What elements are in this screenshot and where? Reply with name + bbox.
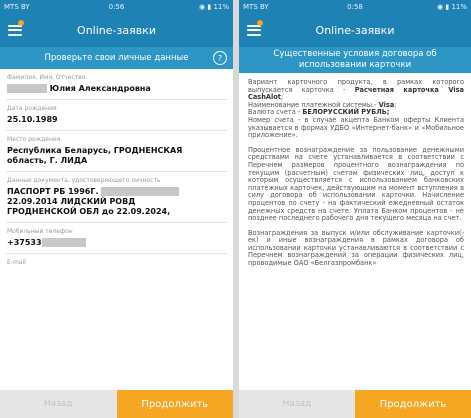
menu-icon [8, 24, 22, 36]
battery-label: 11% [213, 2, 229, 11]
status-bar: MTS BY 0:58 ◉ ▮ 11% [239, 0, 471, 13]
redacted-phone-digits [41, 238, 86, 247]
app-title: Online-заявки [77, 23, 156, 37]
section-header: Существенные условия договора об использ… [239, 47, 471, 73]
field-value: Республика Беларусь, ГРОДНЕНСКАЯ область… [7, 146, 183, 165]
field-label: Данные документа, удостоверяющего личнос… [7, 177, 161, 184]
personal-data-list: Фамилия, Имя, Отчество Юлия Александровн… [0, 69, 233, 274]
field-email: E-mail [6, 254, 227, 274]
personal-data-screen: MTS BY 0:56 ◉ ▮ 11% Online-заявки Провер… [0, 0, 233, 418]
app-title: Online-заявки [315, 23, 395, 37]
terms-paragraph: Вариант карточного продукта, в рамках ко… [248, 78, 464, 140]
field-birth-date: Дата рождения 25.10.1989 [6, 100, 227, 131]
contract-terms-screen: MTS BY 0:58 ◉ ▮ 11% Online-заявки Сущест… [239, 0, 471, 418]
carrier-label: MTS BY [243, 2, 269, 11]
field-value: +37533 [7, 238, 226, 248]
terms-paragraph: Вознаграждения за выпуск и/или обслужива… [248, 228, 464, 268]
field-mobile-phone: Мобильный телефон +37533 [6, 223, 227, 254]
back-button[interactable]: Назад [0, 390, 117, 418]
field-value: 25.10.1989 [7, 115, 58, 124]
redacted-passport-number [101, 187, 180, 196]
field-value: Юлия Александровна [7, 84, 226, 94]
status-bar: MTS BY 0:56 ◉ ▮ 11% [0, 0, 233, 13]
app-bar: Online-заявки [239, 13, 471, 47]
redacted-surname [7, 84, 47, 93]
field-label: E-mail [7, 259, 26, 266]
contract-terms-text: Вариант карточного продукта, в рамках ко… [239, 73, 471, 268]
field-value: ПАСПОРТ РБ 1996Г. 22.09.2014 ЛИДСКИЙ РОВ… [7, 187, 226, 217]
section-title: Проверьте свои личные данные [44, 53, 189, 63]
app-bar: Online-заявки [0, 13, 233, 47]
section-header: Проверьте свои личные данные ? [0, 47, 233, 69]
bottom-actions: Назад Продолжить [239, 390, 471, 418]
clock-label: 0:58 [347, 2, 363, 11]
continue-button[interactable]: Продолжить [116, 390, 233, 418]
field-birth-place: Место рождения Республика Беларусь, ГРОД… [6, 131, 227, 172]
menu-icon [247, 24, 261, 36]
section-title-line2: использовании карточки [298, 60, 412, 70]
battery-indicator: ◉ ▮ 11% [437, 2, 468, 11]
field-full-name: Фамилия, Имя, Отчество Юлия Александровн… [6, 69, 227, 100]
carrier-label: MTS BY [4, 2, 30, 11]
battery-indicator: ◉ ▮ 11% [199, 2, 229, 11]
bottom-actions: Назад Продолжить [0, 390, 233, 418]
clock-label: 0:56 [108, 2, 125, 11]
menu-button[interactable] [239, 13, 269, 47]
field-label: Место рождения [7, 136, 61, 143]
back-button[interactable]: Назад [239, 390, 355, 418]
menu-button[interactable] [0, 13, 30, 47]
field-id-document: Данные документа, удостоверяющего личнос… [6, 172, 227, 223]
notification-dot-icon [257, 20, 263, 26]
field-label: Дата рождения [7, 105, 57, 112]
field-label: Фамилия, Имя, Отчество [7, 74, 86, 81]
continue-button[interactable]: Продолжить [355, 390, 471, 418]
terms-paragraph: Процентное вознаграждение за пользование… [248, 145, 464, 223]
battery-label: 11% [451, 2, 468, 11]
section-title-line1: Существенные условия договора об [273, 49, 437, 59]
help-icon[interactable]: ? [213, 51, 227, 65]
notification-dot-icon [18, 20, 24, 26]
screenshot-stage: MTS BY 0:56 ◉ ▮ 11% Online-заявки Провер… [0, 0, 471, 418]
field-label: Мобильный телефон [7, 228, 73, 235]
